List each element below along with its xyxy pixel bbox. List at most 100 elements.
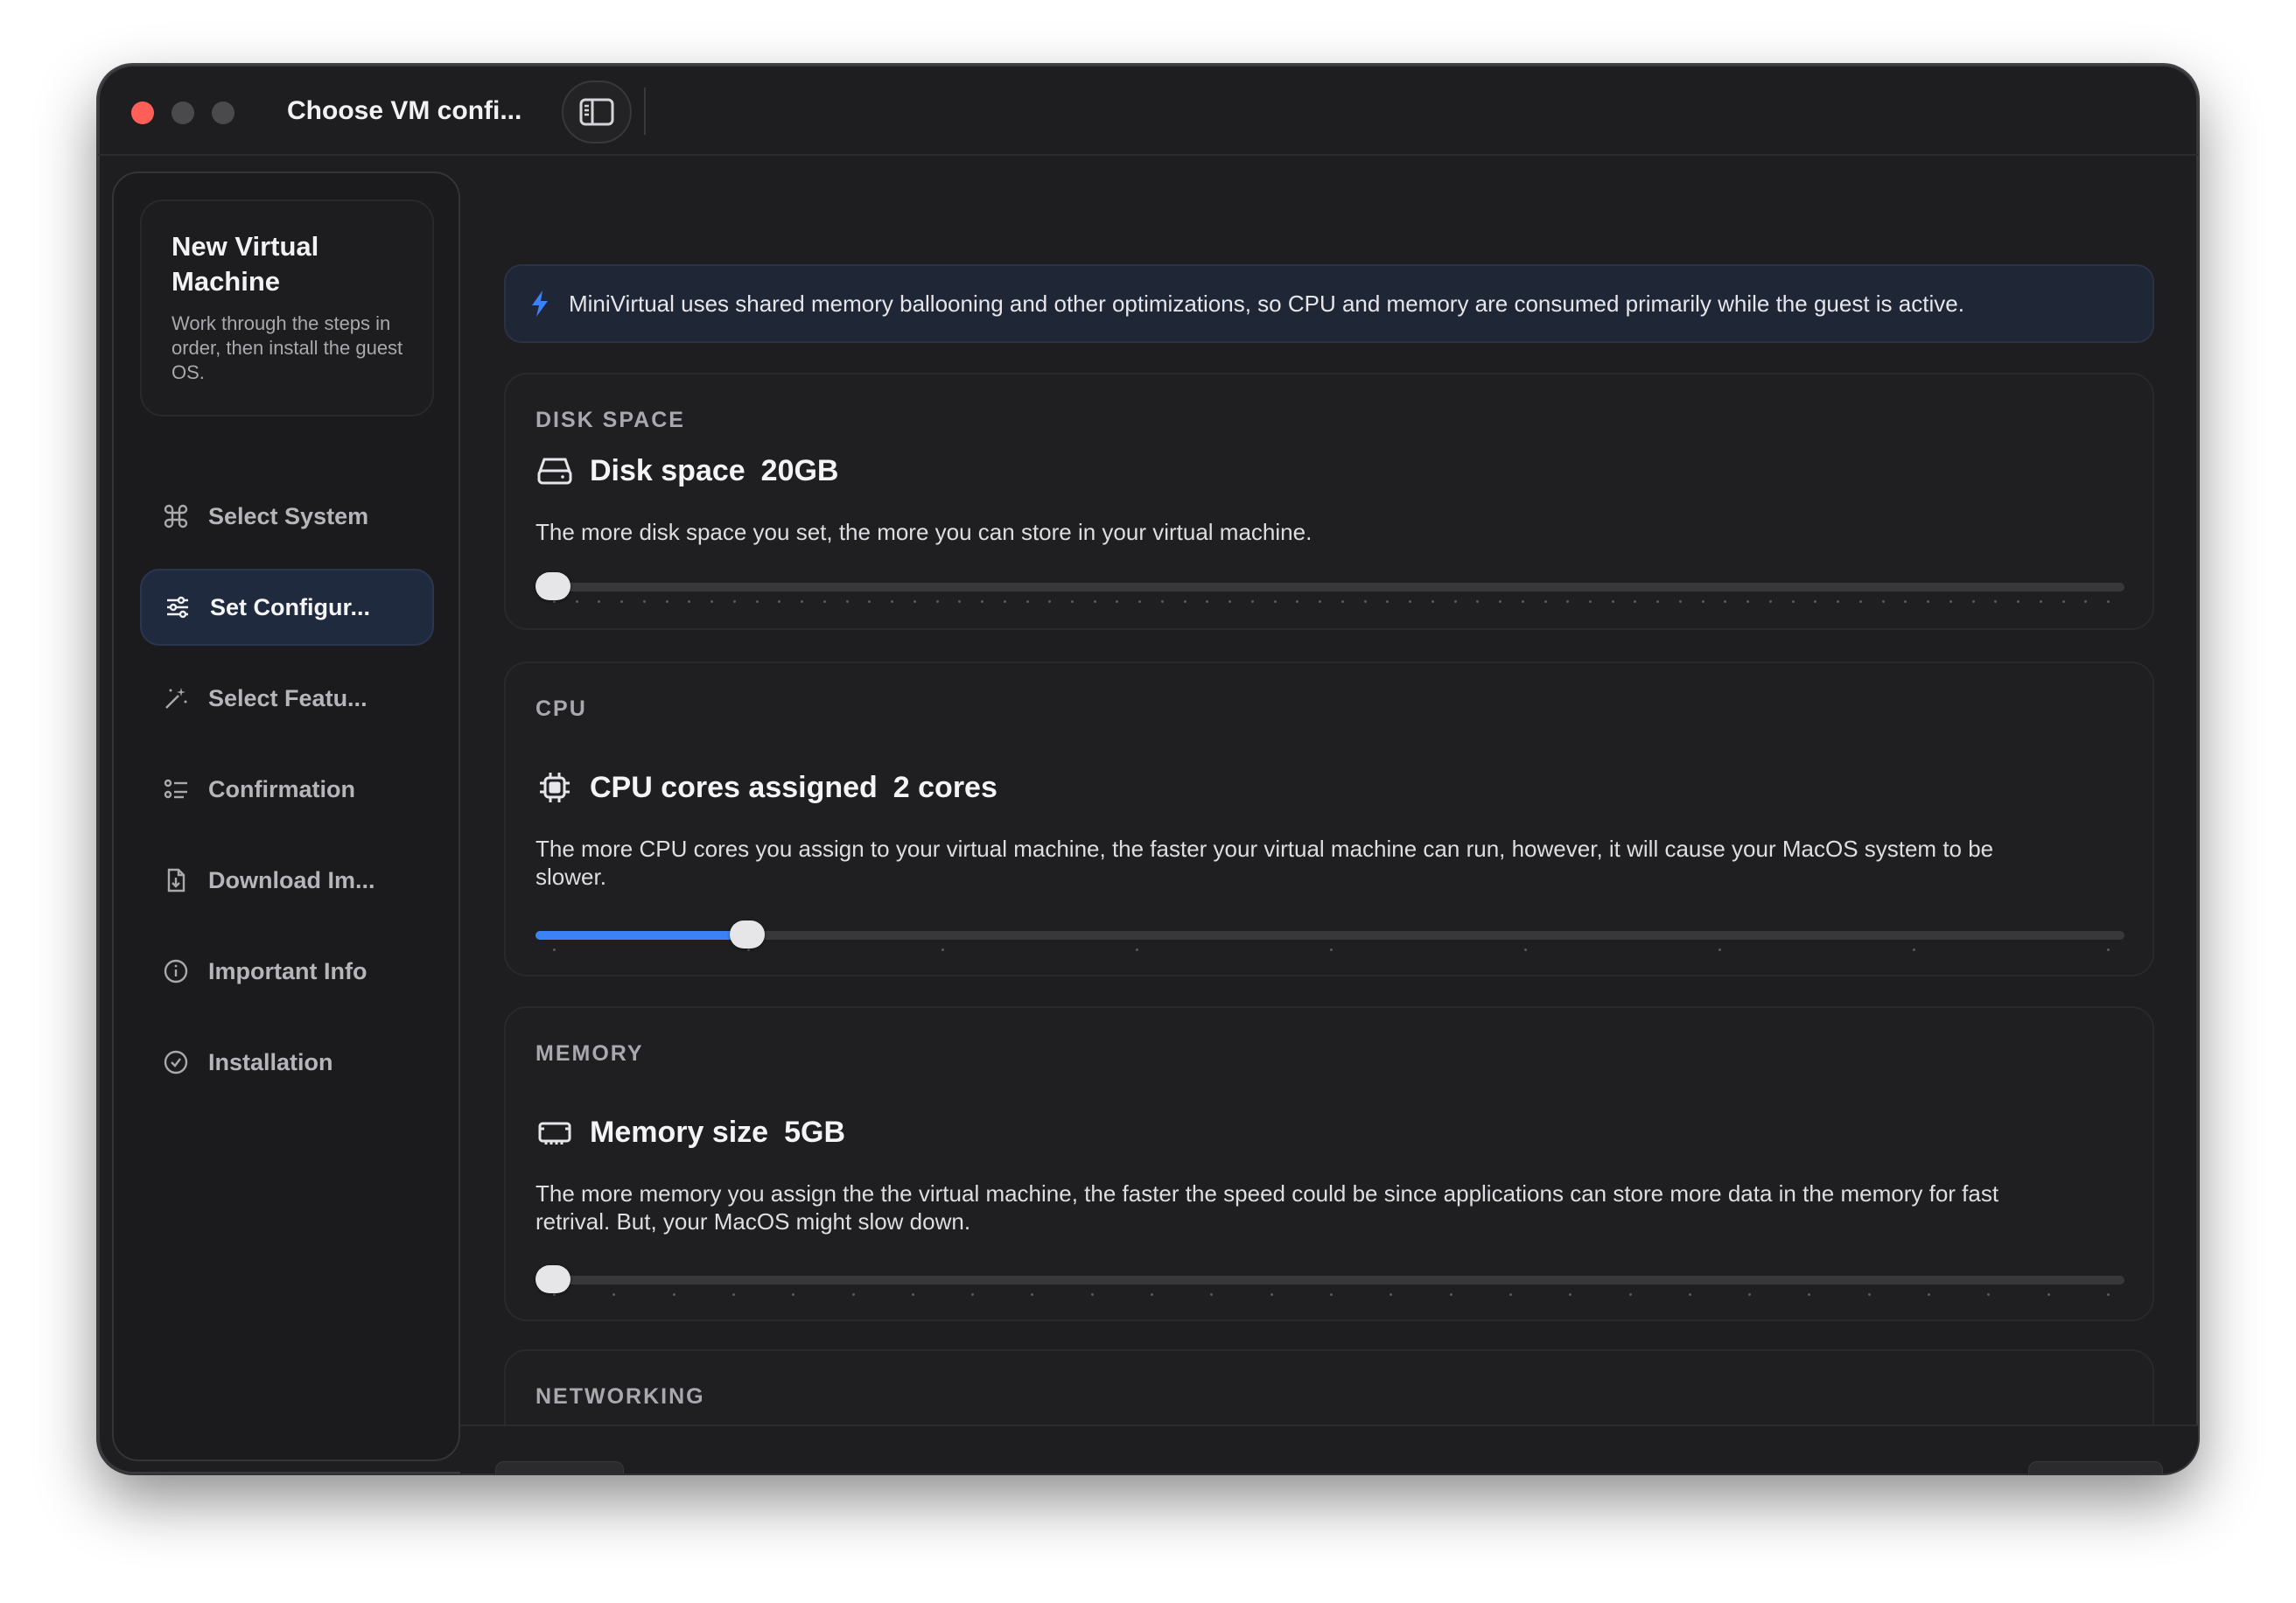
slider-tick [971, 1293, 975, 1296]
cpu-cores-value: 2 cores [892, 770, 998, 804]
slider-tick [2107, 948, 2110, 951]
slider-tick [688, 600, 691, 603]
slider-tick [710, 600, 714, 603]
slider-tick [935, 600, 939, 603]
slider-tick [891, 600, 894, 603]
minimize-window-button[interactable] [172, 102, 194, 124]
slider-tick [822, 600, 826, 603]
sidebar-item-important-info[interactable]: Important Info [140, 933, 434, 1010]
slider-tick [1151, 1293, 1154, 1296]
slider-thumb[interactable] [536, 1265, 570, 1293]
slider-tick [1273, 600, 1277, 603]
info-banner-text: MiniVirtual uses shared memory balloonin… [569, 290, 1964, 317]
memory-size-value: 5GB [784, 1115, 846, 1149]
slider-tick [845, 600, 849, 603]
slider-thumb[interactable] [730, 920, 765, 948]
sidebar-item-label: Select Featu... [208, 684, 368, 711]
memory-title: Memory size 5GB [536, 1113, 845, 1152]
info-circle-icon [161, 956, 191, 986]
disk-space-slider[interactable] [536, 569, 2124, 604]
slider-tick [1589, 600, 1592, 603]
disk-space-title: Disk space 20GB [536, 452, 839, 490]
slider-tick [1867, 1293, 1871, 1296]
slider-tick [1136, 948, 1138, 951]
slider-tick [1499, 600, 1502, 603]
main-content: MiniVirtual uses shared memory balloonin… [460, 156, 2198, 1424]
slider-tick [1386, 600, 1390, 603]
magic-wand-icon [161, 683, 191, 713]
slider-tick [1340, 600, 1344, 603]
slider-tick [942, 948, 944, 951]
app-window: Choose VM confi... New Virtual Machine W… [98, 65, 2198, 1474]
slider-tick [1678, 600, 1682, 603]
sidebar-item-installation[interactable]: Installation [140, 1024, 434, 1101]
memory-chip-icon [536, 1113, 574, 1152]
cpu-cores-slider[interactable] [536, 917, 2124, 952]
slider-tick [1611, 600, 1614, 603]
section-label: NETWORKING [536, 1384, 705, 1409]
sidebar-item-confirmation[interactable]: Confirmation [140, 751, 434, 828]
slider-tick [1814, 600, 1817, 603]
title-divider [644, 88, 646, 135]
bolt-icon [532, 290, 548, 317]
slider-tick [1904, 600, 1908, 603]
slider-tick [1949, 600, 1952, 603]
cpu-description: The more CPU cores you assign to your vi… [536, 836, 1994, 890]
slider-tick [1994, 600, 1998, 603]
footer-bar: Go back Continue [460, 1424, 2198, 1474]
sidebar-item-select-system[interactable]: Select System [140, 478, 434, 555]
slider-tick [1808, 1293, 1811, 1296]
slider-tick [2047, 1293, 2050, 1296]
slider-thumb[interactable] [536, 572, 570, 600]
slider-tick [1090, 1293, 1094, 1296]
slider-tick [1206, 600, 1209, 603]
sidebar-item-download-image[interactable]: Download Im... [140, 842, 434, 919]
sidebar-item-select-features[interactable]: Select Featu... [140, 660, 434, 737]
slider-tick [1768, 600, 1772, 603]
sidebar-toggle-button[interactable] [562, 80, 632, 144]
sidebar-item-label: Download Im... [208, 866, 375, 893]
sidebar-item-label: Set Configur... [210, 593, 371, 620]
slider-tick [732, 600, 736, 603]
disk-space-description: The more disk space you set, the more yo… [536, 519, 1312, 545]
slider-tick [2017, 600, 2020, 603]
go-back-button[interactable]: Go back [495, 1461, 624, 1474]
slider-tick [958, 600, 962, 603]
slider-ticks [553, 1293, 2110, 1297]
slider-tick [1270, 1293, 1273, 1296]
sidebar-item-label: Important Info [208, 957, 368, 984]
disk-space-value: 20GB [760, 453, 839, 487]
slider-tick [1746, 600, 1750, 603]
slider-tick [747, 948, 750, 951]
slider-tick [1987, 1293, 1991, 1296]
slider-tick [672, 1293, 676, 1296]
networking-card: NETWORKING [504, 1349, 2154, 1424]
continue-button[interactable]: Continue [2027, 1461, 2163, 1474]
slider-tick [1431, 600, 1434, 603]
slider-tick [553, 1293, 556, 1296]
checklist-icon [161, 774, 191, 804]
slider-tick [1228, 600, 1232, 603]
sidebar-item-set-configuration[interactable]: Set Configur... [140, 569, 434, 646]
cpu-chip-icon [536, 768, 574, 807]
slider-tick [801, 600, 804, 603]
cpu-card: CPU CPU cores assigned 2 cores The more … [504, 662, 2154, 976]
slider-tick [665, 600, 668, 603]
slider-tick [1521, 600, 1524, 603]
slider-tick [868, 600, 872, 603]
slider-tick [1748, 1293, 1752, 1296]
slider-tick [1071, 600, 1074, 603]
slider-tick [2039, 600, 2042, 603]
memory-title-text: Memory size [590, 1115, 769, 1149]
zoom-window-button[interactable] [212, 102, 234, 124]
slider-tick [1363, 600, 1367, 603]
close-window-button[interactable] [131, 102, 154, 124]
slider-tick [620, 600, 624, 603]
slider-tick [1881, 600, 1885, 603]
slider-tick [1688, 1293, 1691, 1296]
hard-drive-icon [536, 452, 574, 490]
slider-ticks [553, 948, 2110, 952]
slider-tick [1913, 948, 1915, 951]
memory-size-slider[interactable] [536, 1262, 2124, 1297]
sidebar-icon [579, 98, 614, 126]
